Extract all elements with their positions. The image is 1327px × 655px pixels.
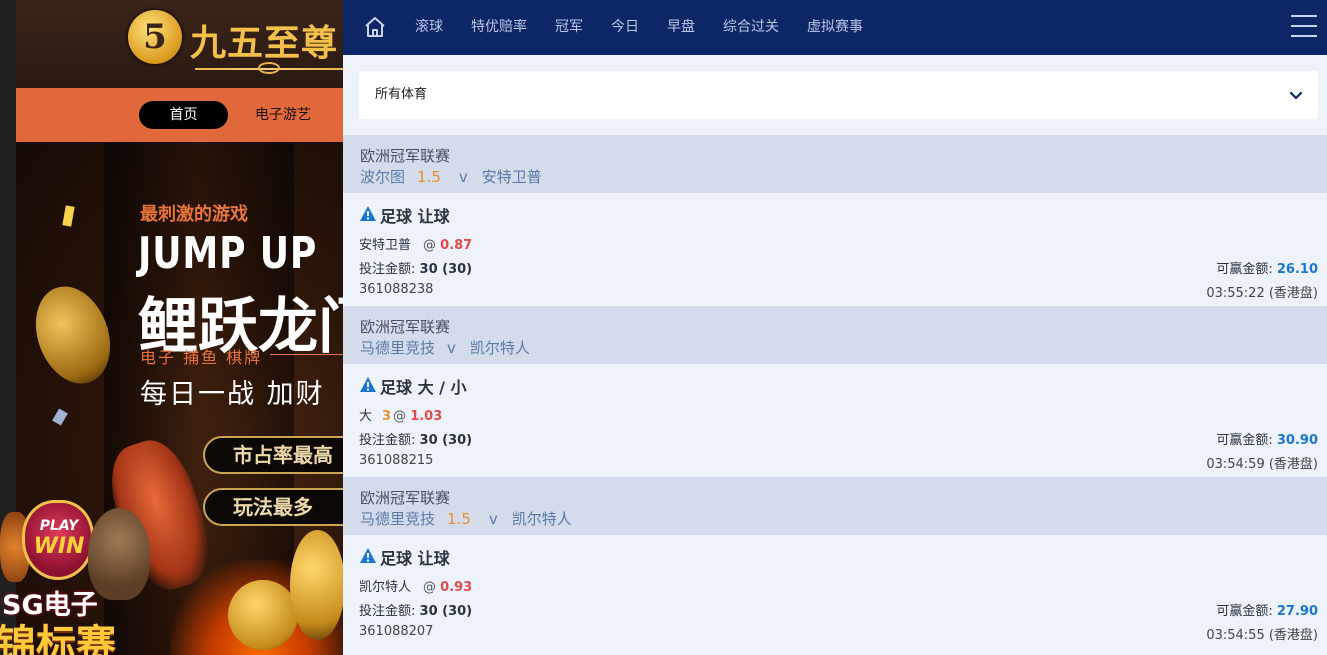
total-line: 3 (382, 409, 392, 424)
home-team: 马德里竞技 (360, 510, 436, 528)
to-win: 可赢金额: 26.10 (1216, 258, 1318, 277)
odds-at: @ (423, 238, 437, 253)
banner-slogan: 每日一战 加财 (140, 379, 325, 410)
warning-icon (359, 376, 377, 393)
league-name: 欧洲冠军联赛 (360, 318, 451, 336)
stake-value: 30 (30) (419, 604, 473, 619)
bet-market: 足球 让球 (380, 549, 450, 568)
logo-ornament (258, 62, 280, 74)
stake-label: 投注金额: (359, 433, 416, 448)
odds-at: @ (423, 580, 437, 595)
to-win-label: 可赢金额: (1216, 262, 1273, 277)
nav-virtual[interactable]: 虚拟赛事 (807, 0, 863, 55)
ticket-id: 361088207 (359, 624, 434, 639)
home-team: 马德里竞技 (360, 339, 436, 357)
versus-label: v (488, 510, 498, 528)
logo-text: 九五至尊 (190, 22, 339, 64)
background-site: 5 九五至尊 首页 电子游艺 最刺激的游戏 JUMP UP 鲤跃龙门 电子 捕鱼… (0, 0, 343, 655)
banner-pill-most-modes: 玩法最多 (203, 488, 343, 526)
bet-market: 足球 大 / 小 (380, 378, 467, 397)
banner-title-en: JUMP UP (138, 228, 318, 279)
home-team: 波尔图 (360, 168, 406, 186)
ticket-id: 361088215 (359, 453, 434, 468)
bet-history-panel: 滚球 特优赔率 冠军 今日 早盘 综合过关 虚拟赛事 所有体育 欧洲冠军联赛 波… (343, 0, 1327, 655)
to-win: 可赢金额: 27.90 (1216, 600, 1318, 619)
nav-today[interactable]: 今日 (611, 0, 639, 55)
nav-early[interactable]: 早盘 (667, 0, 695, 55)
bet-timestamp: 03:54:59 (香港盘) (1206, 457, 1318, 472)
stake: 投注金额: 30 (30) (359, 429, 472, 448)
selection-name: 凯尔特人 (359, 580, 412, 595)
to-win-label: 可赢金额: (1216, 433, 1273, 448)
nav-parlay[interactable]: 综合过关 (723, 0, 779, 55)
warning-icon (359, 547, 377, 564)
banner-categories: 电子 捕鱼 棋牌 (140, 348, 263, 367)
match-line: 波尔图 1.5 v 安特卫普 (360, 166, 542, 187)
nav-outright[interactable]: 冠军 (555, 0, 583, 55)
selection-name: 大 (359, 409, 373, 424)
sport-filter-select[interactable]: 所有体育 (359, 71, 1318, 119)
to-win: 可赢金额: 30.90 (1216, 429, 1318, 448)
nav-best-odds[interactable]: 特优赔率 (471, 0, 527, 55)
stake-label: 投注金额: (359, 262, 416, 277)
to-win-value: 27.90 (1276, 604, 1318, 619)
bet-selection: 安特卫普 @ 0.87 (359, 234, 472, 253)
bet-timestamp: 03:54:55 (香港盘) (1206, 628, 1318, 643)
handicap-value: 1.5 (417, 168, 441, 186)
versus-label: v (447, 339, 456, 357)
bet-selection: 大 3 @ 1.03 (359, 405, 442, 424)
stake-value: 30 (30) (419, 262, 473, 277)
odds-value: 0.93 (440, 580, 473, 595)
stake-label: 投注金额: (359, 604, 416, 619)
versus-label: v (458, 168, 468, 186)
promo-champion-text: 锦标赛 (0, 622, 116, 655)
banner-divider (270, 354, 343, 355)
site-nav-home[interactable]: 首页 (139, 101, 228, 129)
league-name: 欧洲冠军联赛 (360, 147, 451, 165)
odds-value: 0.87 (440, 238, 473, 253)
warning-icon (359, 205, 377, 222)
handicap-value: 1.5 (447, 510, 471, 528)
bet-card: 足球 让球 安特卫普 @ 0.87 投注金额: 30 (30) 可赢金额: 26.… (343, 193, 1327, 306)
home-icon[interactable] (363, 15, 387, 39)
bet-market: 足球 让球 (380, 207, 450, 226)
logo-number: 5 (143, 17, 167, 57)
bet-card: 足球 大 / 小 大 3 @ 1.03 投注金额: 30 (30) 可赢金额: 30… (343, 364, 1327, 477)
ticket-id: 361088238 (359, 282, 434, 297)
menu-icon[interactable] (1291, 15, 1317, 39)
gold-coin-image (228, 580, 298, 650)
league-header: 欧洲冠军联赛 波尔图 1.5 v 安特卫普 (343, 135, 1327, 193)
bet-timestamp: 03:55:22 (香港盘) (1206, 286, 1318, 301)
to-win-value: 26.10 (1276, 262, 1318, 277)
away-team: 凯尔特人 (469, 339, 530, 357)
to-win-value: 30.90 (1276, 433, 1318, 448)
banner-tagline: 最刺激的游戏 (140, 204, 248, 225)
away-team: 凯尔特人 (511, 510, 572, 528)
banner-pill-market-share: 市占率最高 (203, 436, 343, 474)
stake: 投注金额: 30 (30) (359, 258, 472, 277)
promo-play-text: PLAY (39, 518, 79, 534)
gold-coin-image (290, 530, 343, 640)
nav-inplay[interactable]: 滚球 (415, 0, 443, 55)
bet-card: 足球 让球 凯尔特人 @ 0.93 投注金额: 30 (30) 可赢金额: 27.… (343, 535, 1327, 648)
stake: 投注金额: 30 (30) (359, 600, 472, 619)
sports-nav-bar: 滚球 特优赔率 冠军 今日 早盘 综合过关 虚拟赛事 (343, 0, 1327, 55)
league-name: 欧洲冠军联赛 (360, 489, 451, 507)
match-line: 马德里竞技 v 凯尔特人 (360, 337, 530, 358)
sport-filter-value: 所有体育 (375, 87, 428, 102)
site-nav-slots[interactable]: 电子游艺 (255, 101, 311, 129)
match-line: 马德里竞技 1.5 v 凯尔特人 (360, 508, 572, 529)
away-team: 安特卫普 (481, 168, 542, 186)
chevron-down-icon (1288, 87, 1304, 103)
league-header: 欧洲冠军联赛 马德里竞技 1.5 v 凯尔特人 (343, 477, 1327, 535)
league-header: 欧洲冠军联赛 马德里竞技 v 凯尔特人 (343, 306, 1327, 364)
stake-value: 30 (30) (419, 433, 473, 448)
promo-win-text: WIN (33, 534, 85, 559)
odds-at: @ (393, 409, 407, 424)
odds-value: 1.03 (410, 409, 443, 424)
to-win-label: 可赢金额: (1216, 604, 1273, 619)
selection-name: 安特卫普 (359, 238, 412, 253)
bet-selection: 凯尔特人 @ 0.93 (359, 576, 472, 595)
